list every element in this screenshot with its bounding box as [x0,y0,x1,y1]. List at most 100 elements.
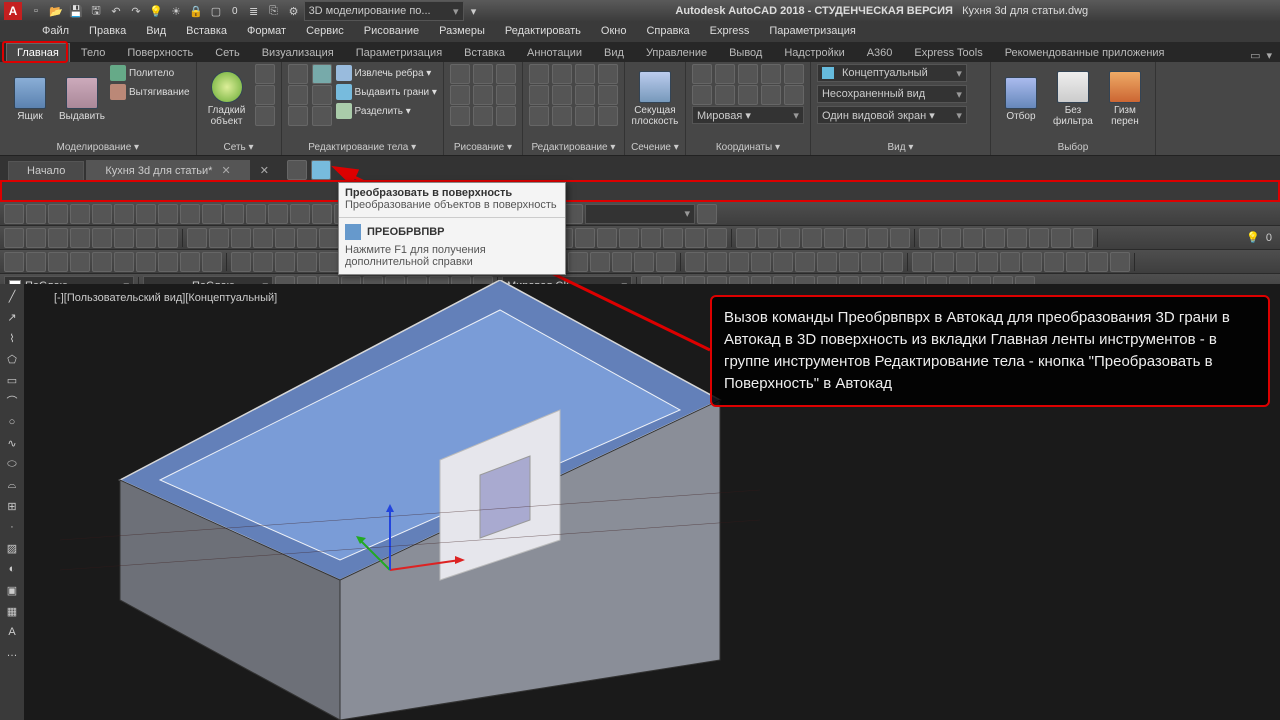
bulb-icon[interactable]: 💡 [148,3,164,19]
lt-point-icon[interactable]: · [2,517,22,537]
offset-icon[interactable] [598,106,618,126]
lt-arc-icon[interactable]: ⌒ [2,391,22,411]
lt-region-icon[interactable]: ▣ [2,580,22,600]
tb1-13-icon[interactable] [290,204,310,224]
tb2-2-icon[interactable] [48,228,68,248]
tb2-36-icon[interactable] [824,228,844,248]
tab-addins[interactable]: Надстройки [773,43,855,62]
tab-annotate[interactable]: Аннотации [516,43,593,62]
ucs-t9-icon[interactable] [761,85,781,105]
new-icon[interactable]: ▫ [28,3,44,19]
lt-text-icon[interactable]: A [2,622,22,642]
tb3-36-icon[interactable] [817,252,837,272]
lt-circle-icon[interactable]: ○ [2,412,22,432]
se-t3-icon[interactable] [288,106,308,126]
tb3-3-icon[interactable] [70,252,90,272]
app-logo[interactable]: A [4,2,22,20]
bulb2-icon[interactable]: 💡 [1246,231,1260,244]
extrude-button[interactable]: Выдавить [58,64,106,134]
tb1-14-icon[interactable] [312,204,332,224]
tb2-30-icon[interactable] [685,228,705,248]
tab-visualize[interactable]: Визуализация [251,43,345,62]
tb2-27-icon[interactable] [619,228,639,248]
menu-parametric[interactable]: Параметризация [759,22,865,42]
tb2-3-icon[interactable] [70,228,90,248]
tb1-8-icon[interactable] [180,204,200,224]
se-t5-icon[interactable] [312,85,332,105]
convert-surface-icon[interactable] [312,64,332,84]
tb1-1-icon[interactable] [26,204,46,224]
rect-icon[interactable] [450,85,470,105]
rotate-icon[interactable] [552,64,572,84]
menu-draw[interactable]: Рисование [354,22,429,42]
panel-view-title[interactable]: Вид ▾ [817,140,984,155]
tb1-10-icon[interactable] [224,204,244,224]
separate-button[interactable]: Разделить ▾ [336,102,437,120]
menu-format[interactable]: Формат [237,22,296,42]
open-icon[interactable]: 📂 [48,3,64,19]
tb1b-2-icon[interactable] [563,204,583,224]
ribbon-opts-icon[interactable]: ▾ [1266,49,1272,62]
extract-edges-button[interactable]: Извлечь ребра ▾ [336,64,437,82]
scale-icon[interactable] [552,106,572,126]
file-tab-start[interactable]: Начало [8,161,84,180]
saved-view-dropdown[interactable]: Несохраненный вид▾ [817,85,967,103]
tb2-5-icon[interactable] [114,228,134,248]
tb2-37-icon[interactable] [846,228,866,248]
tb3-39-icon[interactable] [883,252,903,272]
tb2-7-icon[interactable] [158,228,178,248]
array-icon[interactable] [575,106,595,126]
mirror-icon[interactable] [552,85,572,105]
world-ucs-dropdown[interactable]: Мировая ▾▾ [692,106,804,124]
stretch-icon[interactable] [529,106,549,126]
tb2-33-icon[interactable] [758,228,778,248]
tb3-31-icon[interactable] [707,252,727,272]
panel-selection-title[interactable]: Выбор [997,140,1149,155]
tb1-4-icon[interactable] [92,204,112,224]
tb2-44-icon[interactable] [1007,228,1027,248]
tb3-26-icon[interactable] [590,252,610,272]
lt-line-icon[interactable]: ╱ [2,286,22,306]
trim-icon[interactable] [575,64,595,84]
file-tab-drawing[interactable]: Кухня 3d для статьи* ✕ [86,160,249,180]
tb3-47-icon[interactable] [1066,252,1086,272]
lt-hatch-icon[interactable]: ▨ [2,538,22,558]
tb2-26-icon[interactable] [597,228,617,248]
menu-file[interactable]: Файл [32,22,79,42]
tb2-1-icon[interactable] [26,228,46,248]
new-tab-button[interactable]: ✕ [252,161,277,180]
ucs-t7-icon[interactable] [715,85,735,105]
lt-grad-icon[interactable]: ◐ [2,559,22,579]
redo-icon[interactable]: ↷ [128,3,144,19]
tb1-end-icon[interactable] [697,204,717,224]
panel-solid-editing-title[interactable]: Редактирование тела ▾ [288,140,437,155]
tab-view[interactable]: Вид [593,43,635,62]
gizmo-button[interactable]: Гизм перен [1101,64,1149,134]
extrude-faces-button[interactable]: Выдавить грани ▾ [336,83,437,101]
sun-icon[interactable]: ☀ [168,3,184,19]
tb2-39-icon[interactable] [890,228,910,248]
tb3-8-icon[interactable] [180,252,200,272]
saveas-icon[interactable]: 🖫 [88,3,104,19]
tb2-35-icon[interactable] [802,228,822,248]
tb2-29-icon[interactable] [663,228,683,248]
presspull-button[interactable]: Вытягивание [110,83,190,101]
tb2-31-icon[interactable] [707,228,727,248]
tb2-34-icon[interactable] [780,228,800,248]
tb3-33-icon[interactable] [751,252,771,272]
tab-mesh[interactable]: Сеть [204,43,250,62]
move-icon[interactable] [529,64,549,84]
tb2-38-icon[interactable] [868,228,888,248]
tab-output[interactable]: Вывод [718,43,773,62]
tb2-10-icon[interactable] [231,228,251,248]
tb1-6-icon[interactable] [136,204,156,224]
tb3-7-icon[interactable] [158,252,178,272]
smooth-button[interactable]: Гладкий объект [203,64,251,134]
workspace-dropdown[interactable]: 3D моделирование по...▾ [304,1,464,21]
menu-modify[interactable]: Редактировать [495,22,591,42]
undo-icon[interactable]: ↶ [108,3,124,19]
tb2-8-icon[interactable] [187,228,207,248]
lt-ellarc-icon[interactable]: ⌓ [2,475,22,495]
panel-mesh-title[interactable]: Сеть ▾ [203,140,275,155]
tb3-4-icon[interactable] [92,252,112,272]
